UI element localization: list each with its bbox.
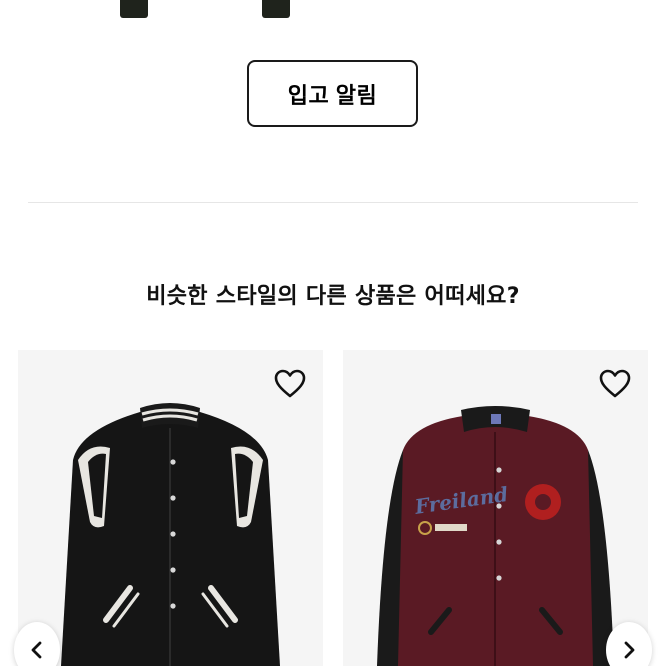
jacket-sleeve-left xyxy=(120,0,148,18)
product-card-2[interactable]: Freiland xyxy=(343,350,648,666)
previous-product-image-crop xyxy=(0,0,666,30)
heart-icon xyxy=(274,369,306,398)
wishlist-heart-button[interactable] xyxy=(598,368,632,400)
chevron-right-icon xyxy=(624,641,635,659)
chevron-left-icon xyxy=(31,641,42,659)
similar-products-title: 비슷한 스타일의 다른 상품은 어떠세요? xyxy=(146,284,520,309)
restock-notify-button[interactable]: 입고 알림 xyxy=(247,60,418,127)
section-divider xyxy=(28,202,638,203)
jacket-sleeve-right xyxy=(262,0,290,18)
wishlist-heart-button[interactable] xyxy=(273,368,307,400)
product-card-1[interactable] xyxy=(18,350,323,666)
heart-icon xyxy=(599,369,631,398)
